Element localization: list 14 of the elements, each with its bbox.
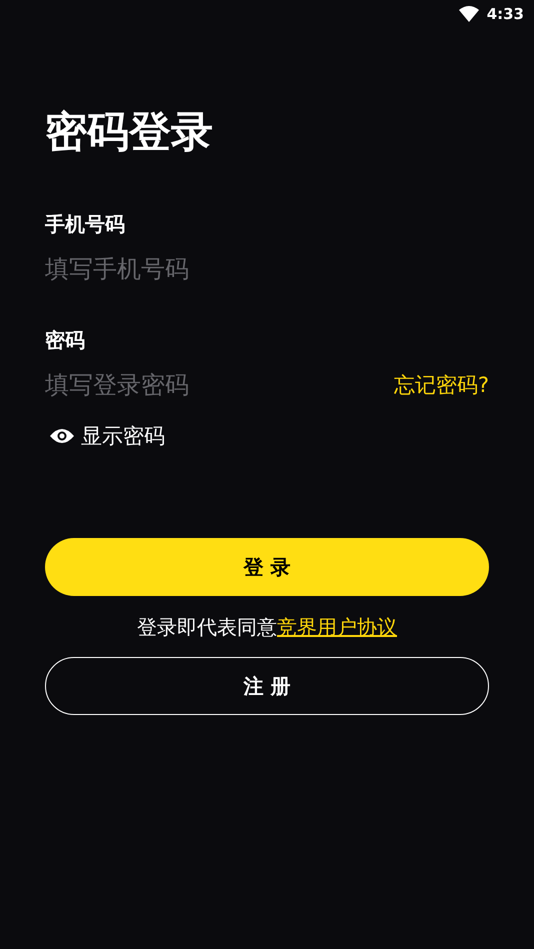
input-field[interactable]: 填写手机号码 (45, 252, 345, 286)
login-button[interactable]: 登 录 (45, 538, 489, 596)
agreement-link[interactable]: 竞界用户协议 (277, 615, 397, 639)
input-field[interactable]: 填写登录密码 (45, 368, 345, 402)
forgot-password-link[interactable]: 忘记密码? (394, 371, 489, 399)
status-time: 4:33 (486, 5, 524, 23)
wifi-icon (458, 6, 479, 22)
field-label: 手机号码 (45, 211, 125, 238)
register-button[interactable]: 注 册 (45, 657, 489, 715)
field-label: 密码 (45, 327, 85, 354)
agreement-text: 登录即代表同意竞界用户协议 (137, 614, 397, 641)
page-title: 密码登录 (45, 106, 213, 158)
show-password-label[interactable]: 显示密码 (81, 422, 165, 450)
eye-icon[interactable] (49, 428, 75, 444)
